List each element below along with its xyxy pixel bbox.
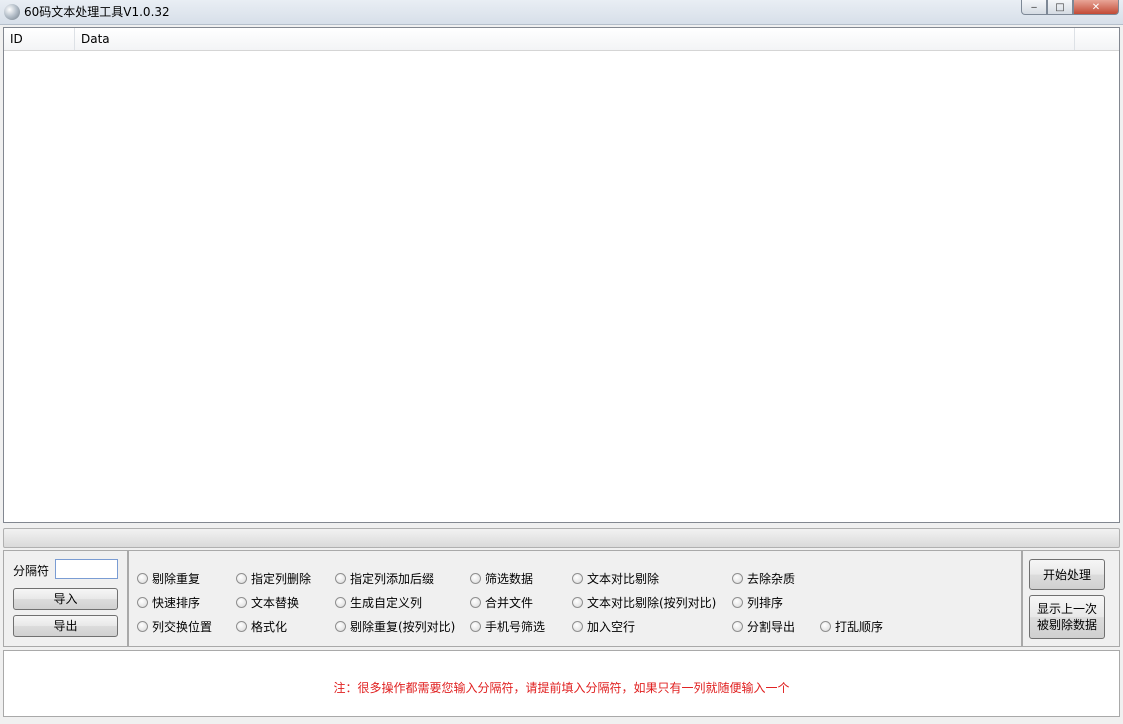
option-swap-columns[interactable]: 列交换位置 — [137, 618, 212, 635]
option-split-export[interactable]: 分割导出 — [732, 618, 795, 635]
option-text-compare-remove-by-column[interactable]: 文本对比剔除(按列对比) — [572, 594, 716, 611]
radio-icon — [470, 573, 481, 584]
option-merge-files[interactable]: 合并文件 — [470, 594, 533, 611]
radio-icon — [335, 621, 346, 632]
radio-icon — [732, 597, 743, 608]
data-list-view[interactable]: ID Data — [3, 27, 1120, 523]
separator-label: 分隔符 — [13, 564, 50, 578]
radio-icon — [236, 621, 247, 632]
close-button[interactable]: ✕ — [1073, 0, 1119, 15]
note-panel: 注：很多操作都需要您输入分隔符，请提前填入分隔符，如果只有一列就随便输入一个 — [3, 650, 1120, 717]
option-filter-data[interactable]: 筛选数据 — [470, 570, 533, 587]
option-remove-duplicates[interactable]: 剔除重复 — [137, 570, 200, 587]
radio-icon — [137, 573, 148, 584]
note-text: 注：很多操作都需要您输入分隔符，请提前填入分隔符，如果只有一列就随便输入一个 — [333, 681, 790, 695]
maximize-button[interactable]: □ — [1047, 0, 1073, 15]
option-remove-impurities[interactable]: 去除杂质 — [732, 570, 795, 587]
option-text-compare-remove[interactable]: 文本对比剔除 — [572, 570, 659, 587]
separator-input[interactable] — [55, 559, 118, 579]
show-removed-data-button[interactable]: 显示上一次被剔除数据 — [1029, 595, 1105, 639]
import-button[interactable]: 导入 — [13, 588, 118, 610]
export-button[interactable]: 导出 — [13, 615, 118, 637]
radio-icon — [335, 597, 346, 608]
option-column-sort[interactable]: 列排序 — [732, 594, 783, 611]
title-bar[interactable]: 60码文本处理工具V1.0.32 ‒ □ ✕ — [0, 0, 1123, 25]
radio-icon — [470, 597, 481, 608]
option-text-replace[interactable]: 文本替换 — [236, 594, 299, 611]
option-column-add-suffix[interactable]: 指定列添加后缀 — [335, 570, 434, 587]
start-processing-button[interactable]: 开始处理 — [1029, 559, 1105, 590]
radio-icon — [572, 621, 583, 632]
radio-icon — [732, 573, 743, 584]
option-format[interactable]: 格式化 — [236, 618, 287, 635]
radio-icon — [335, 573, 346, 584]
option-shuffle-order[interactable]: 打乱顺序 — [820, 618, 883, 635]
radio-icon — [732, 621, 743, 632]
radio-icon — [137, 597, 148, 608]
radio-icon — [137, 621, 148, 632]
option-phone-filter[interactable]: 手机号筛选 — [470, 618, 545, 635]
radio-icon — [236, 597, 247, 608]
option-quick-sort[interactable]: 快速排序 — [137, 594, 200, 611]
app-icon — [4, 4, 20, 20]
radio-icon — [470, 621, 481, 632]
option-custom-column[interactable]: 生成自定义列 — [335, 594, 422, 611]
list-header: ID Data — [4, 28, 1119, 51]
minimize-button[interactable]: ‒ — [1021, 0, 1047, 15]
window-title: 60码文本处理工具V1.0.32 — [24, 5, 170, 19]
radio-icon — [572, 573, 583, 584]
option-add-blank-lines[interactable]: 加入空行 — [572, 618, 635, 635]
radio-icon — [820, 621, 831, 632]
radio-icon — [236, 573, 247, 584]
progress-bar — [3, 528, 1120, 548]
radio-icon — [572, 597, 583, 608]
window-controls: ‒ □ ✕ — [1021, 0, 1119, 16]
option-delete-column[interactable]: 指定列删除 — [236, 570, 311, 587]
column-header-data[interactable]: Data — [75, 28, 1075, 50]
column-header-id[interactable]: ID — [4, 28, 75, 50]
option-remove-duplicates-by-column[interactable]: 剔除重复(按列对比) — [335, 618, 455, 635]
